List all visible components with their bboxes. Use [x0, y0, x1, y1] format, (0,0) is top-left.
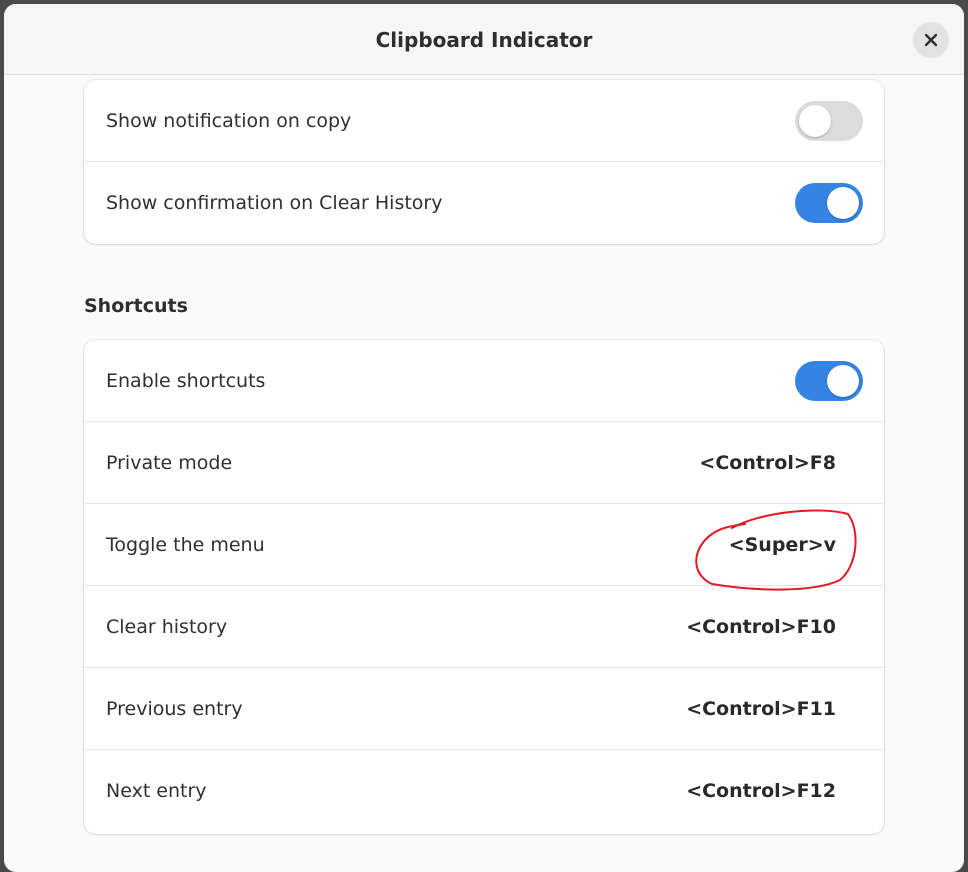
next-entry-label: Next entry — [106, 780, 207, 802]
row-previous-entry[interactable]: Previous entry <Control>F11 — [84, 668, 884, 750]
toggle-menu-accelerator[interactable]: <Super>v — [729, 504, 836, 586]
row-next-entry[interactable]: Next entry <Control>F12 — [84, 750, 884, 832]
row-toggle-menu[interactable]: Toggle the menu <Super>v — [84, 504, 884, 586]
switch-knob — [827, 187, 859, 219]
switch-knob — [799, 105, 831, 137]
preferences-window: Clipboard Indicator Show notification on… — [4, 4, 964, 872]
private-mode-label: Private mode — [106, 452, 233, 474]
show-confirmation-label: Show confirmation on Clear History — [106, 192, 443, 214]
toggle-menu-label: Toggle the menu — [106, 534, 265, 556]
previous-entry-accelerator[interactable]: <Control>F11 — [686, 668, 836, 750]
clear-history-label: Clear history — [106, 616, 228, 638]
row-show-notification[interactable]: Show notification on copy — [84, 80, 884, 162]
preferences-content: Show notification on copy Show confirmat… — [4, 75, 964, 872]
clear-history-accelerator[interactable]: <Control>F10 — [686, 586, 836, 668]
next-entry-accelerator[interactable]: <Control>F12 — [686, 750, 836, 832]
private-mode-accelerator[interactable]: <Control>F8 — [699, 422, 836, 504]
close-icon — [924, 33, 938, 47]
notification-settings-group: Show notification on copy Show confirmat… — [84, 80, 884, 244]
shortcuts-section-title: Shortcuts — [84, 295, 188, 317]
row-clear-history[interactable]: Clear history <Control>F10 — [84, 586, 884, 668]
show-notification-label: Show notification on copy — [106, 110, 352, 132]
switch-knob — [827, 365, 859, 397]
show-notification-switch[interactable] — [795, 101, 863, 141]
row-show-confirmation[interactable]: Show confirmation on Clear History — [84, 162, 884, 244]
previous-entry-label: Previous entry — [106, 698, 243, 720]
enable-shortcuts-switch[interactable] — [795, 361, 863, 401]
header-bar: Clipboard Indicator — [4, 4, 964, 75]
row-private-mode[interactable]: Private mode <Control>F8 — [84, 422, 884, 504]
shortcuts-group: Enable shortcuts Private mode <Control>F… — [84, 340, 884, 834]
enable-shortcuts-label: Enable shortcuts — [106, 370, 266, 392]
show-confirmation-switch[interactable] — [795, 183, 863, 223]
row-enable-shortcuts[interactable]: Enable shortcuts — [84, 340, 884, 422]
close-button[interactable] — [913, 22, 949, 58]
window-title: Clipboard Indicator — [375, 28, 593, 52]
